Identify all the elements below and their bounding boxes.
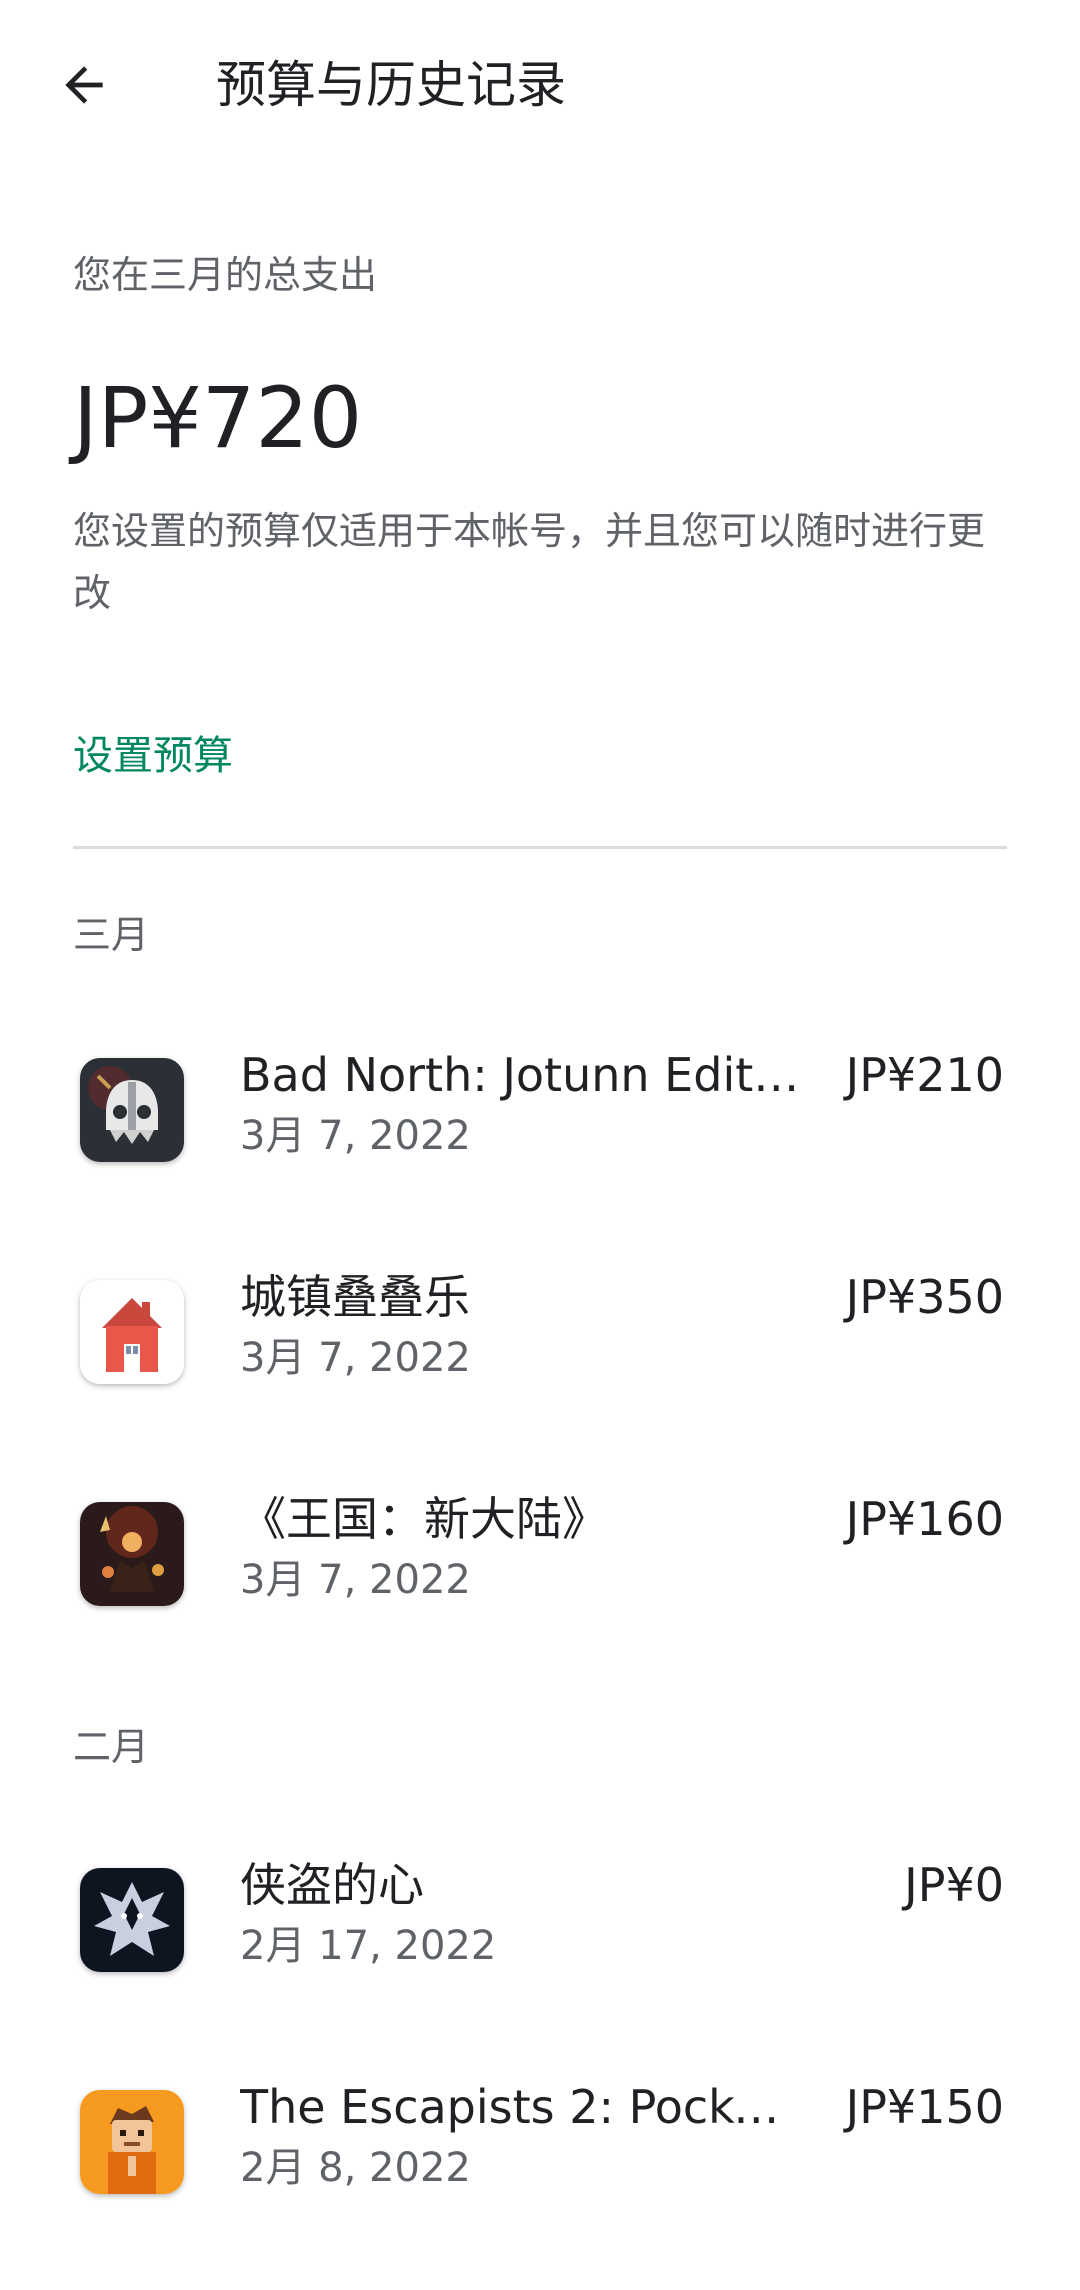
budget-note: 您设置的预算仅适用于本帐号，并且您可以随时进行更改 — [73, 509, 986, 615]
item-title: The Escapists 2: Pocket... — [240, 2080, 800, 2134]
purchase-row[interactable]: Bad North: Jotunn Editi... 3月 7, 2022 JP… — [0, 1048, 1080, 1258]
app-bar: 预算与历史记录 — [0, 0, 1080, 170]
item-date: 2月 17, 2022 — [240, 1923, 497, 1969]
purchase-row[interactable]: 侠盗的心 2月 17, 2022 JP¥0 — [0, 1858, 1080, 2068]
item-title: 侠盗的心 — [240, 1858, 424, 1912]
arrow-back-icon — [65, 66, 103, 104]
item-date: 3月 7, 2022 — [240, 1113, 471, 1159]
item-date: 3月 7, 2022 — [240, 1335, 471, 1381]
total-spending-amount: JP¥720 — [73, 369, 363, 467]
item-price: JP¥350 — [845, 1270, 1004, 1324]
item-price: JP¥0 — [904, 1858, 1004, 1912]
item-price: JP¥150 — [845, 2080, 1004, 2134]
item-title: 《王国：新大陆》 — [240, 1492, 608, 1546]
item-date: 3月 7, 2022 — [240, 1557, 471, 1603]
purchase-row[interactable]: 城镇叠叠乐 3月 7, 2022 JP¥350 — [0, 1270, 1080, 1480]
divider — [73, 846, 1007, 849]
month-header-march: 三月 — [73, 913, 150, 957]
item-price: JP¥160 — [845, 1492, 1004, 1546]
page-title: 预算与历史记录 — [216, 56, 566, 114]
item-title: 城镇叠叠乐 — [240, 1270, 470, 1324]
wolf-emblem-icon — [80, 1868, 184, 1972]
item-price: JP¥210 — [845, 1048, 1004, 1102]
townscaper-house-icon — [80, 1280, 184, 1384]
item-date: 2月 8, 2022 — [240, 2145, 471, 2191]
item-title: Bad North: Jotunn Editi... — [240, 1048, 800, 1102]
month-header-february: 二月 — [73, 1725, 150, 1769]
purchase-row[interactable]: The Escapists 2: Pocket... 2月 8, 2022 JP… — [0, 2080, 1080, 2290]
purchase-row[interactable]: 《王国：新大陆》 3月 7, 2022 JP¥160 — [0, 1492, 1080, 1702]
bad-north-icon — [80, 1058, 184, 1162]
total-spending-label: 您在三月的总支出 — [73, 253, 378, 297]
back-button[interactable] — [44, 45, 124, 125]
kingdom-new-lands-icon — [80, 1502, 184, 1606]
set-budget-button[interactable]: 设置预算 — [73, 728, 233, 784]
escapist-character-icon — [80, 2090, 184, 2194]
